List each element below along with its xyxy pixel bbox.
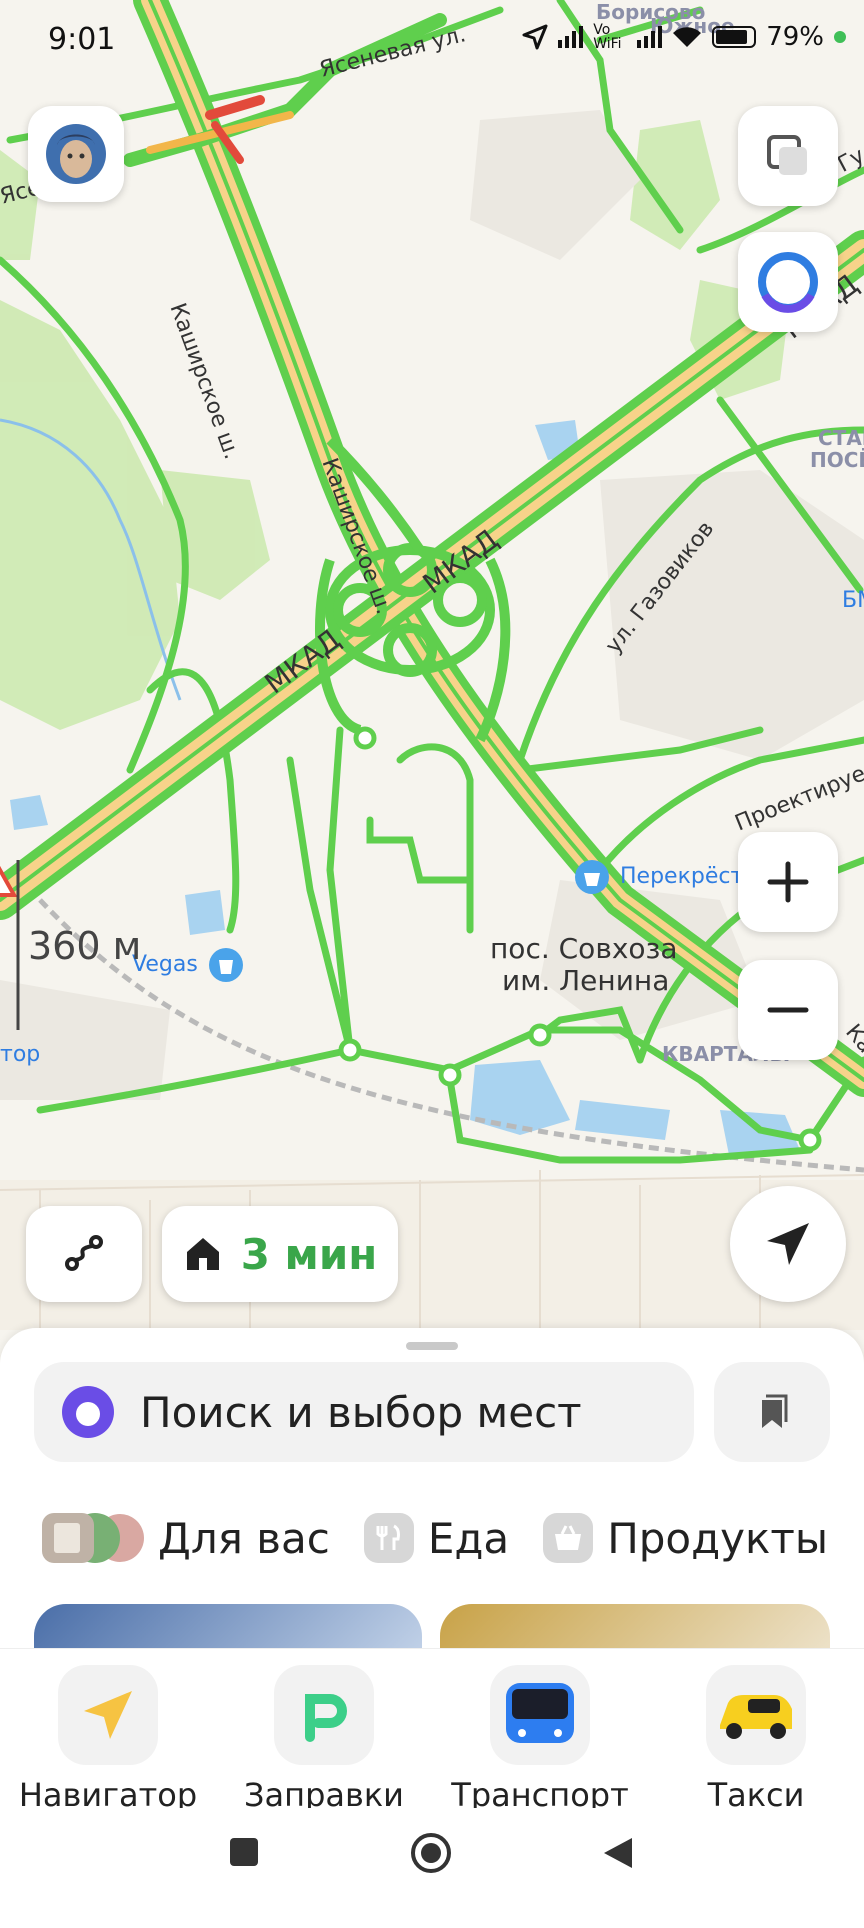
home-route-button[interactable]: 3 мин xyxy=(162,1206,398,1302)
category-food[interactable]: Еда xyxy=(363,1513,510,1563)
service-fuel[interactable]: Заправки xyxy=(224,1665,424,1809)
battery-icon xyxy=(712,26,757,48)
taxi-car-icon xyxy=(706,1665,806,1765)
place-label-tor: тор xyxy=(0,1042,41,1067)
category-label: Для вас xyxy=(158,1513,330,1563)
service-label: Навигатор xyxy=(18,1776,198,1809)
settlement-label-line2: им. Ленина xyxy=(502,964,670,997)
home-icon xyxy=(186,1238,219,1270)
service-label: Транспорт xyxy=(451,1776,629,1809)
service-navigator[interactable]: Навигатор xyxy=(8,1665,208,1809)
bookmarks-button[interactable] xyxy=(714,1362,830,1462)
avatar xyxy=(46,124,106,184)
alice-icon xyxy=(62,1386,114,1438)
services-bar: Навигатор Заправки Транспорт Такси xyxy=(0,1648,864,1809)
fork-knife-icon xyxy=(363,1513,414,1563)
map-canvas[interactable] xyxy=(0,0,864,1330)
battery-percent: 79% xyxy=(766,22,824,52)
district-label-star-1: СТАР xyxy=(818,426,864,450)
service-label: Такси xyxy=(707,1776,805,1809)
service-taxi[interactable]: Такси xyxy=(656,1665,856,1809)
category-label: Продукты xyxy=(607,1513,829,1563)
place-label-bm: БМ xyxy=(842,588,864,613)
bus-icon xyxy=(490,1665,590,1765)
location-arrow-icon xyxy=(522,24,548,50)
map-view[interactable]: Ясеневая ул. Ясе Каширское ш. Каширское … xyxy=(0,0,864,1330)
service-transport[interactable]: Транспорт xyxy=(440,1665,640,1809)
layers-icon xyxy=(767,135,807,175)
locate-arrow-icon xyxy=(767,1223,809,1265)
zoom-out-icon xyxy=(767,1007,809,1013)
alice-icon xyxy=(758,252,818,313)
signal-icon xyxy=(558,26,584,48)
settlement-label-line1: пос. Совхоза xyxy=(490,932,678,965)
privacy-dot-icon xyxy=(834,31,846,43)
search-input[interactable]: Поиск и выбор мест xyxy=(34,1362,694,1462)
scale-label: 360 м xyxy=(28,924,142,968)
profile-button[interactable] xyxy=(28,106,124,202)
zoom-out-button[interactable] xyxy=(738,960,838,1060)
fuel-p-icon xyxy=(274,1665,374,1765)
vowifi-label: Vo WiFi xyxy=(593,22,622,52)
search-placeholder: Поиск и выбор мест xyxy=(140,1387,582,1437)
system-nav-bar xyxy=(0,1808,864,1920)
home-system-button[interactable] xyxy=(410,1832,452,1878)
signal-icon-2 xyxy=(637,26,663,48)
home-circle-icon xyxy=(411,1833,451,1873)
basket-icon xyxy=(543,1513,594,1563)
recent-apps-button[interactable] xyxy=(228,1836,260,1872)
bookmarks-icon xyxy=(762,1394,788,1428)
square-icon xyxy=(230,1838,258,1866)
zoom-in-button[interactable] xyxy=(738,832,838,932)
locate-me-button[interactable] xyxy=(730,1186,846,1302)
layers-button[interactable] xyxy=(738,106,838,206)
home-eta: 3 мин xyxy=(240,1229,378,1279)
status-bar: 9:01 Vo WiFi 79% xyxy=(0,0,864,80)
route-button[interactable] xyxy=(26,1206,142,1302)
alice-button[interactable] xyxy=(738,232,838,332)
category-label: Еда xyxy=(427,1513,510,1563)
route-icon xyxy=(65,1235,103,1271)
back-triangle-icon xyxy=(604,1838,632,1868)
navigator-arrow-icon xyxy=(58,1665,158,1765)
status-time: 9:01 xyxy=(48,22,116,57)
wifi-icon xyxy=(673,27,702,47)
back-button[interactable] xyxy=(602,1836,634,1874)
district-label-star-2: ПОСЁ xyxy=(810,448,864,472)
category-for-you[interactable]: Для вас xyxy=(40,1511,330,1565)
zoom-in-icon xyxy=(767,861,809,903)
service-label: Заправки xyxy=(244,1776,404,1809)
sheet-handle[interactable] xyxy=(406,1342,458,1350)
for-you-thumbnails xyxy=(42,1513,144,1563)
category-row: Для вас Еда Продукты xyxy=(40,1498,862,1578)
poi-label-vegas[interactable]: Vegas xyxy=(132,952,198,977)
category-groceries[interactable]: Продукты xyxy=(543,1513,828,1563)
